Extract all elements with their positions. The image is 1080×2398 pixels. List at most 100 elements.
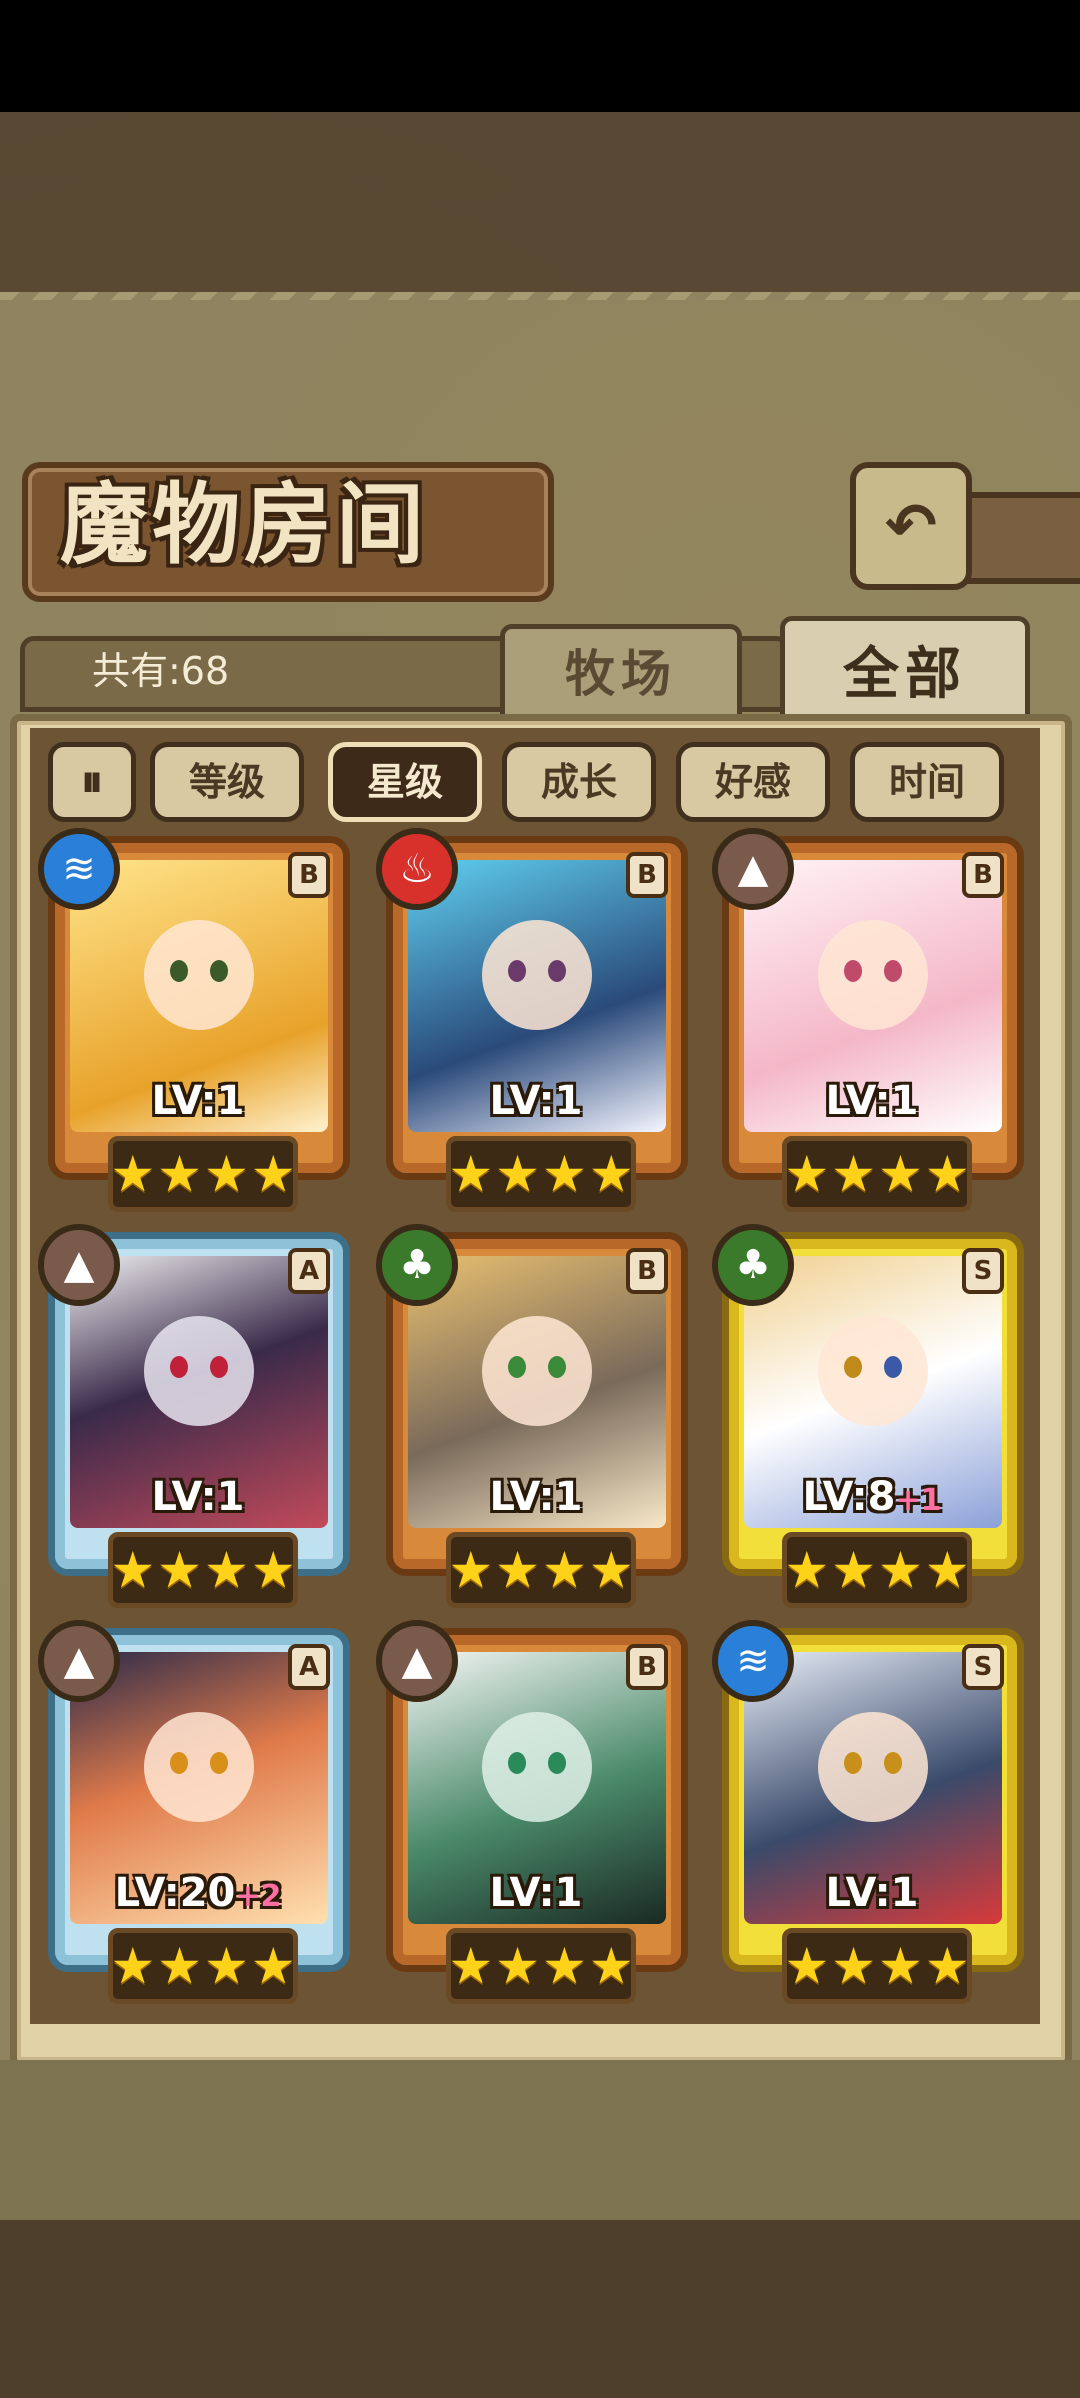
star-icon: ★ — [448, 1145, 494, 1203]
sort-star-button[interactable]: 星级 — [328, 742, 482, 822]
star-icon: ★ — [495, 1541, 540, 1599]
fire-element-icon: ♨ — [376, 828, 458, 910]
monster-card[interactable]: ▲ A LV:1 ★ ★ ★ ★ — [38, 1224, 350, 1608]
star-rating: ★ ★ ★ ★ — [446, 1136, 636, 1212]
sort-toggle-icon: ⏸ — [81, 756, 103, 807]
eye-shape — [170, 1752, 188, 1774]
earth-element-icon: ▲ — [38, 1224, 120, 1306]
star-rating: ★ ★ ★ ★ — [446, 1532, 636, 1608]
water-element-icon: ≋ — [38, 828, 120, 910]
rank-badge: B — [626, 1644, 668, 1690]
star-icon: ★ — [588, 1937, 634, 1995]
star-icon: ★ — [924, 1937, 970, 1995]
star-icon: ★ — [204, 1937, 249, 1995]
page-title: 魔物房间 — [60, 473, 429, 576]
star-icon: ★ — [784, 1937, 830, 1995]
tab-ranch[interactable]: 牧场 — [500, 624, 742, 724]
rank-badge: B — [626, 1248, 668, 1294]
title-right-bar — [960, 492, 1080, 584]
monster-card[interactable]: ▲ A LV:20+2 ★ ★ ★ ★ — [38, 1620, 350, 2004]
eye-shape — [884, 1356, 902, 1378]
star-rating: ★ ★ ★ ★ — [782, 1136, 972, 1212]
star-icon: ★ — [784, 1145, 830, 1203]
star-rating: ★ ★ ★ ★ — [782, 1928, 972, 2004]
star-rating: ★ ★ ★ ★ — [108, 1136, 298, 1212]
sort-time-button[interactable]: 时间 — [850, 742, 1004, 822]
back-button[interactable]: ↶ — [850, 462, 972, 590]
star-icon: ★ — [878, 1145, 923, 1203]
eye-shape — [884, 960, 902, 982]
sort-affection-button[interactable]: 好感 — [676, 742, 830, 822]
star-icon: ★ — [542, 1145, 587, 1203]
rank-badge: B — [962, 852, 1004, 898]
level-value: LV:1 — [825, 1870, 919, 1916]
face-shape — [818, 1712, 928, 1822]
level-label: LV:1 — [722, 1868, 1022, 1922]
eye-shape — [508, 1752, 526, 1774]
monster-count: 共有:68 — [92, 649, 230, 693]
star-rating: ★ ★ ★ ★ — [446, 1928, 636, 2004]
monster-card[interactable]: ≋ S LV:1 ★ ★ ★ ★ — [712, 1620, 1024, 2004]
star-rating: ★ ★ ★ ★ — [108, 1532, 298, 1608]
level-label: LV:1 — [48, 1076, 348, 1130]
star-icon: ★ — [831, 1145, 876, 1203]
monster-card[interactable]: ♣ B LV:1 ★ ★ ★ ★ — [376, 1224, 688, 1608]
earth-element-icon: ▲ — [38, 1620, 120, 1702]
eye-shape — [210, 1356, 228, 1378]
star-icon: ★ — [448, 1541, 494, 1599]
level-value: LV:1 — [825, 1078, 919, 1124]
star-icon: ★ — [924, 1541, 970, 1599]
monster-card[interactable]: ▲ B LV:1 ★ ★ ★ ★ — [376, 1620, 688, 2004]
eye-shape — [210, 960, 228, 982]
star-icon: ★ — [588, 1145, 634, 1203]
level-plus: +2 — [235, 1879, 282, 1914]
rank-badge: B — [626, 852, 668, 898]
level-value: LV:1 — [151, 1078, 245, 1124]
level-label: LV:1 — [386, 1076, 686, 1130]
monster-card[interactable]: ♨ B LV:1 ★ ★ ★ ★ — [376, 828, 688, 1212]
sort-growth-button[interactable]: 成长 — [502, 742, 656, 822]
level-value: LV:1 — [489, 1078, 583, 1124]
star-icon: ★ — [250, 1541, 296, 1599]
star-rating: ★ ★ ★ ★ — [108, 1928, 298, 2004]
earth-element-icon: ▲ — [712, 828, 794, 910]
level-value: LV:8 — [802, 1474, 896, 1520]
water-element-icon: ≋ — [712, 1620, 794, 1702]
star-icon: ★ — [831, 1541, 876, 1599]
star-icon: ★ — [250, 1145, 296, 1203]
monster-card[interactable]: ▲ B LV:1 ★ ★ ★ ★ — [712, 828, 1024, 1212]
map-strip-bottom — [0, 2210, 1080, 2398]
sort-order-toggle[interactable]: ⏸ — [48, 742, 136, 822]
face-shape — [144, 920, 254, 1030]
monster-card[interactable]: ≋ B LV:1 ★ ★ ★ ★ — [38, 828, 350, 1212]
sort-level-button[interactable]: 等级 — [150, 742, 304, 822]
star-icon: ★ — [110, 1145, 156, 1203]
status-bar-area — [0, 0, 1080, 112]
star-rating: ★ ★ ★ ★ — [782, 1532, 972, 1608]
rank-badge: S — [962, 1248, 1004, 1294]
level-value: LV:1 — [151, 1474, 245, 1520]
star-icon: ★ — [157, 1937, 202, 1995]
star-icon: ★ — [588, 1541, 634, 1599]
face-shape — [144, 1316, 254, 1426]
face-shape — [482, 1316, 592, 1426]
level-label: LV:1 — [386, 1472, 686, 1526]
face-shape — [818, 1316, 928, 1426]
star-icon: ★ — [542, 1937, 587, 1995]
level-value: LV:1 — [489, 1870, 583, 1916]
star-icon: ★ — [157, 1145, 202, 1203]
star-icon: ★ — [542, 1541, 587, 1599]
rank-badge: S — [962, 1644, 1004, 1690]
wood-element-icon: ♣ — [376, 1224, 458, 1306]
monster-card[interactable]: ♣ S LV:8+1 ★ ★ ★ ★ — [712, 1224, 1024, 1608]
star-icon: ★ — [924, 1145, 970, 1203]
eye-shape — [170, 1356, 188, 1378]
eye-shape — [548, 1752, 566, 1774]
level-plus: +1 — [895, 1483, 942, 1518]
level-label: LV:8+1 — [722, 1472, 1022, 1526]
star-icon: ★ — [878, 1937, 923, 1995]
star-icon: ★ — [784, 1541, 830, 1599]
back-arrow-icon: ↶ — [885, 489, 937, 562]
level-label: LV:1 — [722, 1076, 1022, 1130]
wood-element-icon: ♣ — [712, 1224, 794, 1306]
